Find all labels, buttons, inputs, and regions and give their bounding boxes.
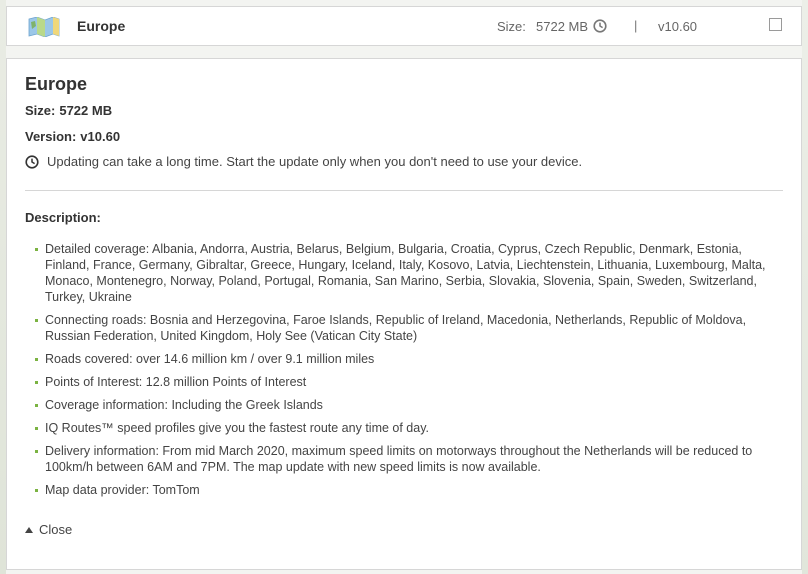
bullet xyxy=(35,381,38,384)
bullet xyxy=(35,358,38,361)
bullet xyxy=(35,319,38,322)
select-checkbox[interactable] xyxy=(769,18,782,31)
list-item: Delivery information: From mid March 202… xyxy=(33,443,771,475)
separator: | xyxy=(634,18,638,33)
divider xyxy=(25,190,783,191)
list-item-text: Coverage information: Including the Gree… xyxy=(45,398,323,412)
list-item-text: Delivery information: From mid March 202… xyxy=(45,444,753,474)
map-update-row[interactable]: Europe Size: 5722 MB | v10.60 xyxy=(6,6,802,46)
close-button[interactable]: Close xyxy=(25,522,72,537)
map-icon xyxy=(28,17,60,37)
bullet xyxy=(35,427,38,430)
description-heading: Description: xyxy=(25,210,101,225)
version-info-label: Version: xyxy=(25,129,77,144)
list-item-text: Connecting roads: Bosnia and Herzegovina… xyxy=(45,313,747,343)
bullet xyxy=(35,248,38,251)
version-value: v10.60 xyxy=(658,19,698,34)
clock-icon xyxy=(25,155,39,169)
list-item-text: Roads covered: over 14.6 million km / ov… xyxy=(45,352,375,366)
background-right xyxy=(802,0,808,574)
description-list: Detailed coverage: Albania, Andorra, Aus… xyxy=(33,241,771,505)
size-info-label: Size: xyxy=(25,103,56,118)
size-info-value: 5722 MB xyxy=(59,103,113,118)
version-info: Version: v10.60 xyxy=(25,129,120,144)
details-title: Europe xyxy=(25,74,88,94)
details-panel: Europe Size: 5722 MB Version: v10.60 Updat… xyxy=(6,58,802,570)
list-item: Coverage information: Including the Gree… xyxy=(33,397,771,413)
list-item: Points of Interest: 12.8 million Points … xyxy=(33,374,771,390)
size-info: Size: 5722 MB xyxy=(25,103,112,118)
list-item: Connecting roads: Bosnia and Herzegovina… xyxy=(33,312,771,344)
clock-icon xyxy=(593,19,607,33)
bullet xyxy=(35,450,38,453)
update-notice: Updating can take a long time. Start the… xyxy=(47,154,583,169)
list-item: Roads covered: over 14.6 million km / ov… xyxy=(33,351,771,367)
list-item-text: Points of Interest: 12.8 million Points … xyxy=(45,375,307,389)
close-label: Close xyxy=(39,522,73,537)
region-name: Europe xyxy=(77,18,126,34)
list-item: Detailed coverage: Albania, Andorra, Aus… xyxy=(33,241,771,305)
list-item-text: Map data provider: TomTom xyxy=(45,483,200,497)
bullet xyxy=(35,489,38,492)
version-info-value: v10.60 xyxy=(80,129,121,144)
list-item-text: Detailed coverage: Albania, Andorra, Aus… xyxy=(45,242,766,304)
size-label: Size: xyxy=(497,19,526,34)
list-item-text: IQ Routes™ speed profiles give you the f… xyxy=(45,421,429,435)
size-value: 5722 MB xyxy=(536,19,589,34)
list-item: Map data provider: TomTom xyxy=(33,482,771,498)
chevron-up-icon xyxy=(25,527,33,533)
list-item: IQ Routes™ speed profiles give you the f… xyxy=(33,420,771,436)
bullet xyxy=(35,404,38,407)
